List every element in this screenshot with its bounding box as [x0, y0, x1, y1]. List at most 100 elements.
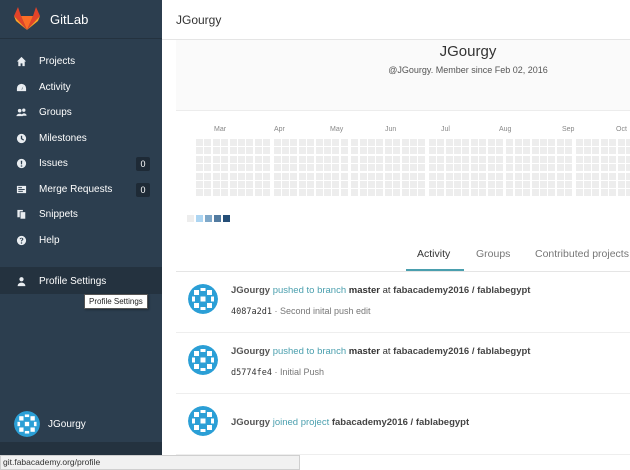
calendar-day-cell[interactable] — [204, 147, 212, 155]
calendar-day-cell[interactable] — [263, 155, 271, 163]
calendar-day-cell[interactable] — [332, 139, 340, 146]
calendar-day-cell[interactable] — [393, 139, 401, 146]
calendar-day-cell[interactable] — [238, 147, 245, 155]
avatar[interactable] — [188, 284, 218, 314]
calendar-day-cell[interactable] — [351, 147, 359, 155]
calendar-day-cell[interactable] — [229, 155, 237, 163]
calendar-day-cell[interactable] — [548, 181, 556, 188]
calendar-day-cell[interactable] — [263, 181, 271, 188]
calendar-day-cell[interactable] — [496, 164, 503, 172]
calendar-day-cell[interactable] — [445, 172, 453, 180]
calendar-day-cell[interactable] — [340, 139, 348, 146]
calendar-day-cell[interactable] — [418, 189, 426, 197]
calendar-day-cell[interactable] — [470, 172, 478, 180]
calendar-day-cell[interactable] — [238, 155, 245, 163]
calendar-day-cell[interactable] — [600, 155, 608, 163]
calendar-day-cell[interactable] — [351, 172, 359, 180]
calendar-day-cell[interactable] — [351, 189, 359, 197]
calendar-day-cell[interactable] — [592, 147, 600, 155]
calendar-day-cell[interactable] — [437, 181, 445, 188]
calendar-day-cell[interactable] — [393, 172, 401, 180]
calendar-day-cell[interactable] — [238, 189, 245, 197]
calendar-day-cell[interactable] — [238, 181, 245, 188]
calendar-day-cell[interactable] — [556, 189, 564, 197]
calendar-day-cell[interactable] — [470, 139, 478, 146]
calendar-day-cell[interactable] — [340, 189, 348, 197]
calendar-day-cell[interactable] — [282, 147, 289, 155]
calendar-day-cell[interactable] — [246, 172, 254, 180]
calendar-day-cell[interactable] — [523, 181, 531, 188]
calendar-day-cell[interactable] — [531, 181, 539, 188]
calendar-day-cell[interactable] — [368, 189, 375, 197]
calendar-day-cell[interactable] — [514, 147, 522, 155]
calendar-day-cell[interactable] — [282, 155, 289, 163]
calendar-day-cell[interactable] — [617, 155, 625, 163]
calendar-day-cell[interactable] — [359, 139, 367, 146]
calendar-day-cell[interactable] — [410, 164, 417, 172]
calendar-day-cell[interactable] — [487, 139, 495, 146]
calendar-day-cell[interactable] — [359, 147, 367, 155]
calendar-day-cell[interactable] — [565, 189, 573, 197]
calendar-day-cell[interactable] — [376, 164, 384, 172]
sidebar-item-merge-requests[interactable]: Merge Requests 0 — [0, 177, 162, 203]
calendar-day-cell[interactable] — [282, 139, 289, 146]
calendar-day-cell[interactable] — [332, 181, 340, 188]
calendar-day-cell[interactable] — [384, 181, 392, 188]
calendar-day-cell[interactable] — [246, 181, 254, 188]
calendar-day-cell[interactable] — [401, 172, 409, 180]
calendar-day-cell[interactable] — [437, 139, 445, 146]
event-project-link[interactable]: fabacademy2016 / fablabegypt — [393, 285, 530, 296]
calendar-day-cell[interactable] — [418, 155, 426, 163]
calendar-day-cell[interactable] — [496, 172, 503, 180]
calendar-day-cell[interactable] — [307, 147, 315, 155]
calendar-day-cell[interactable] — [410, 155, 417, 163]
calendar-day-cell[interactable] — [592, 155, 600, 163]
calendar-day-cell[interactable] — [584, 181, 591, 188]
calendar-day-cell[interactable] — [196, 164, 203, 172]
calendar-day-cell[interactable] — [290, 147, 298, 155]
calendar-day-cell[interactable] — [584, 147, 591, 155]
calendar-day-cell[interactable] — [428, 164, 436, 172]
calendar-day-cell[interactable] — [324, 181, 331, 188]
calendar-day-cell[interactable] — [470, 164, 478, 172]
calendar-day-cell[interactable] — [523, 164, 531, 172]
calendar-day-cell[interactable] — [324, 147, 331, 155]
calendar-day-cell[interactable] — [548, 164, 556, 172]
calendar-day-cell[interactable] — [454, 147, 461, 155]
calendar-day-cell[interactable] — [273, 147, 281, 155]
calendar-day-cell[interactable] — [531, 189, 539, 197]
calendar-day-cell[interactable] — [523, 155, 531, 163]
calendar-day-cell[interactable] — [548, 172, 556, 180]
calendar-day-cell[interactable] — [531, 147, 539, 155]
calendar-day-cell[interactable] — [401, 147, 409, 155]
calendar-day-cell[interactable] — [454, 189, 461, 197]
calendar-day-cell[interactable] — [238, 172, 245, 180]
calendar-day-cell[interactable] — [351, 164, 359, 172]
calendar-day-cell[interactable] — [282, 189, 289, 197]
calendar-day-cell[interactable] — [324, 172, 331, 180]
calendar-day-cell[interactable] — [540, 139, 547, 146]
calendar-day-cell[interactable] — [384, 189, 392, 197]
calendar-day-cell[interactable] — [487, 181, 495, 188]
calendar-day-cell[interactable] — [496, 147, 503, 155]
calendar-day-cell[interactable] — [229, 164, 237, 172]
calendar-day-cell[interactable] — [609, 139, 617, 146]
calendar-day-cell[interactable] — [496, 139, 503, 146]
calendar-day-cell[interactable] — [368, 164, 375, 172]
calendar-day-cell[interactable] — [540, 147, 547, 155]
calendar-day-cell[interactable] — [479, 155, 487, 163]
calendar-day-cell[interactable] — [368, 139, 375, 146]
calendar-day-cell[interactable] — [617, 164, 625, 172]
calendar-day-cell[interactable] — [462, 147, 470, 155]
calendar-day-cell[interactable] — [376, 189, 384, 197]
calendar-day-cell[interactable] — [437, 172, 445, 180]
calendar-day-cell[interactable] — [575, 172, 583, 180]
calendar-day-cell[interactable] — [368, 181, 375, 188]
calendar-day-cell[interactable] — [246, 164, 254, 172]
calendar-day-cell[interactable] — [376, 147, 384, 155]
calendar-day-cell[interactable] — [617, 147, 625, 155]
calendar-day-cell[interactable] — [506, 181, 514, 188]
calendar-day-cell[interactable] — [514, 172, 522, 180]
calendar-day-cell[interactable] — [212, 172, 220, 180]
calendar-day-cell[interactable] — [617, 139, 625, 146]
